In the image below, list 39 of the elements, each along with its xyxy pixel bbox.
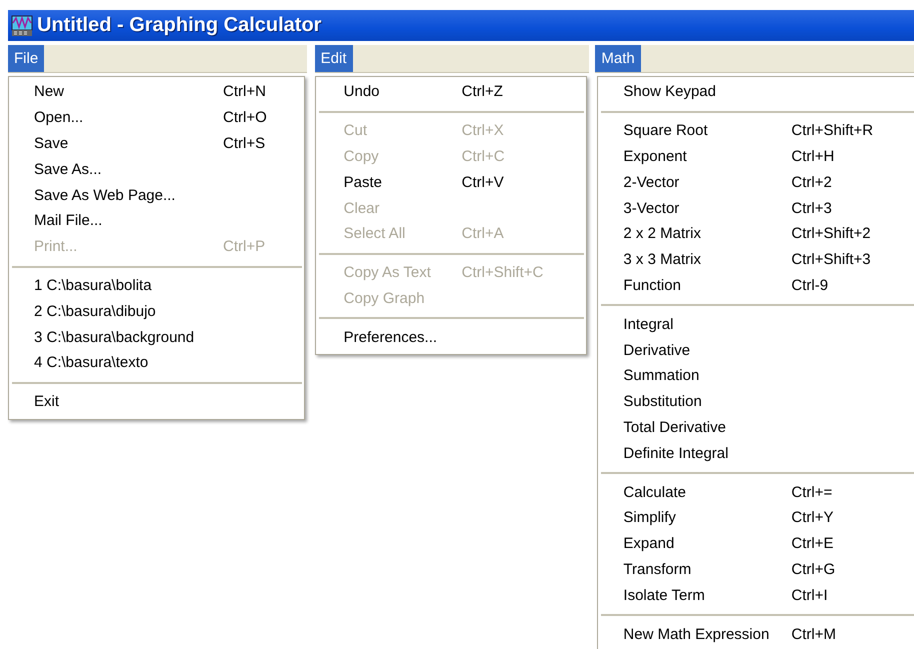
- menu-item[interactable]: 3 C:\basura\background: [9, 324, 304, 350]
- menu-title[interactable]: File: [8, 45, 44, 72]
- menu-item[interactable]: 3-Vector Ctrl+3: [598, 195, 914, 221]
- menu-item[interactable]: Save As...: [9, 156, 304, 182]
- menu-item[interactable]: 1 C:\basura\bolita: [9, 272, 304, 298]
- menu-item[interactable]: 2 x 2 Matrix Ctrl+Shift+2: [598, 220, 914, 247]
- menu-item[interactable]: Save As Web Page...: [9, 182, 304, 208]
- menu-item[interactable]: Preferences...: [316, 324, 586, 350]
- menu-item[interactable]: 2-Vector Ctrl+2: [598, 169, 914, 196]
- menu-item[interactable]: Simplify Ctrl+Y: [598, 504, 914, 531]
- menu-item[interactable]: Transform Ctrl+G: [598, 556, 914, 582]
- menu-item[interactable]: 3 x 3 Matrix Ctrl+Shift+3: [598, 246, 914, 273]
- menu-item[interactable]: Calculate Ctrl+=: [598, 479, 914, 505]
- menu-item[interactable]: Substitution: [598, 388, 914, 415]
- menu-item[interactable]: New Math Expression Ctrl+M: [598, 621, 914, 647]
- menu-title[interactable]: Edit: [314, 45, 353, 72]
- menu-item[interactable]: Exponent Ctrl+H: [598, 144, 914, 170]
- menu-item[interactable]: Show Keypad: [598, 79, 914, 105]
- menu-item[interactable]: Square Root Ctrl+Shift+R: [598, 118, 914, 144]
- menu-item[interactable]: Exit: [9, 388, 304, 415]
- menu-item[interactable]: Derivative: [598, 337, 914, 363]
- menu-item[interactable]: Isolate Term Ctrl+I: [598, 582, 914, 608]
- menu-item[interactable]: Paste Ctrl+V: [316, 169, 586, 196]
- graph-icon: [11, 14, 33, 36]
- menu-item[interactable]: 4 C:\basura\texto: [9, 350, 304, 376]
- menu-item[interactable]: Undo Ctrl+Z: [316, 79, 586, 105]
- menu-item[interactable]: Integral: [598, 311, 914, 338]
- menu-item[interactable]: Expand Ctrl+E: [598, 530, 914, 557]
- menu-item[interactable]: Function Ctrl-9: [598, 272, 914, 298]
- menu-item[interactable]: Definite Integral: [598, 440, 914, 466]
- menu-item[interactable]: Save Ctrl+S: [9, 130, 304, 156]
- menu-title[interactable]: Math: [595, 45, 641, 72]
- menu-item[interactable]: Mail File...: [9, 208, 304, 234]
- window-title: Untitled - Graphing Calculator: [37, 14, 322, 37]
- menu-item[interactable]: Summation: [598, 362, 914, 389]
- menu-item[interactable]: New Ctrl+N: [9, 79, 304, 105]
- menu-item[interactable]: 2 C:\basura\dibujo: [9, 298, 304, 324]
- menu-item[interactable]: Open... Ctrl+O: [9, 104, 304, 131]
- menu-item[interactable]: Total Derivative: [598, 414, 914, 440]
